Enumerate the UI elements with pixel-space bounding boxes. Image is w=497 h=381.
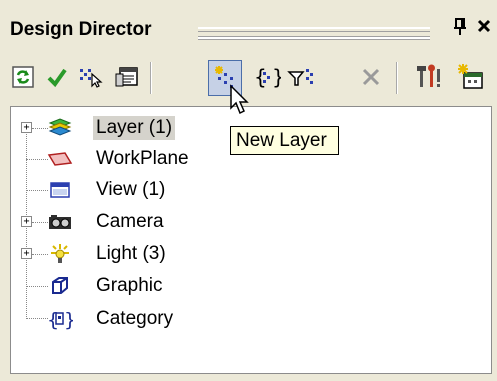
layers-icon [47,117,73,139]
tree-item-label: WorkPlane [96,148,189,169]
tree-item-light[interactable]: + Light (3) [11,239,491,269]
properties-icon [115,67,138,87]
tree-item-camera[interactable]: + Camera [11,207,491,237]
workplane-icon [47,148,73,170]
toolbar-separator [396,62,398,94]
tools-button[interactable] [414,62,444,92]
select-objects-button[interactable] [76,62,106,92]
refresh-button[interactable] [8,62,38,92]
design-director-panel: Design Director {+ Layer (1) WorkPlane … [0,0,497,381]
tooltip: New Layer [230,126,339,155]
delete-button[interactable] [356,62,386,92]
tree-connector [32,254,48,255]
tree-item-label: Light (3) [96,243,166,264]
expand-toggle[interactable]: + [21,216,32,227]
tree-item-label: View (1) [96,179,166,200]
mouse-cursor-icon [229,84,251,121]
pin-button[interactable] [451,18,469,38]
expand-toggle[interactable]: + [21,122,32,133]
new-item-button[interactable] [456,62,486,92]
panel-title: Design Director [10,19,152,40]
tree-item-graphic[interactable]: Graphic [11,271,491,301]
close-button[interactable] [475,18,493,38]
new-item-icon [458,64,483,89]
tree-item-category[interactable]: { } Category [11,304,491,334]
svg-text:}: } [64,309,73,330]
tree-connector [32,128,48,129]
properties-button[interactable] [112,62,142,92]
checkmark-icon [47,68,67,88]
tree-item-label: Layer (1) [93,116,176,140]
panel-footer [0,375,497,381]
svg-text:}: } [272,65,281,89]
tree-connector [32,222,48,223]
tree-item-label: Category [96,308,174,329]
apply-button[interactable] [42,62,72,92]
tree-item-label: Graphic [96,275,163,296]
close-icon [477,19,491,33]
pin-icon [454,18,466,35]
toolbar-separator [150,62,152,94]
tree-connector [26,286,48,287]
select-objects-icon [80,69,103,88]
tree-item-label: Camera [96,211,164,232]
drag-grip[interactable] [198,27,430,39]
tree-connector [26,159,48,160]
filter-button[interactable] [286,62,316,92]
tools-icon [417,64,440,87]
tree-connector [26,190,48,191]
expand-toggle[interactable]: + [21,248,32,259]
view-icon [47,179,73,201]
category-icon: { } [47,308,73,330]
filter-icon [287,69,313,86]
svg-text:{: { [254,65,267,89]
refresh-icon [12,66,34,88]
title-bar[interactable]: Design Director [0,8,497,48]
tree-connector [26,318,48,319]
light-icon [47,243,73,265]
camera-icon [47,211,73,233]
new-category-button[interactable]: { } [252,62,282,92]
tree-item-view[interactable]: View (1) [11,175,491,205]
graphic-icon [47,275,73,297]
delete-icon [362,68,380,86]
new-category-icon: { } [254,65,281,89]
